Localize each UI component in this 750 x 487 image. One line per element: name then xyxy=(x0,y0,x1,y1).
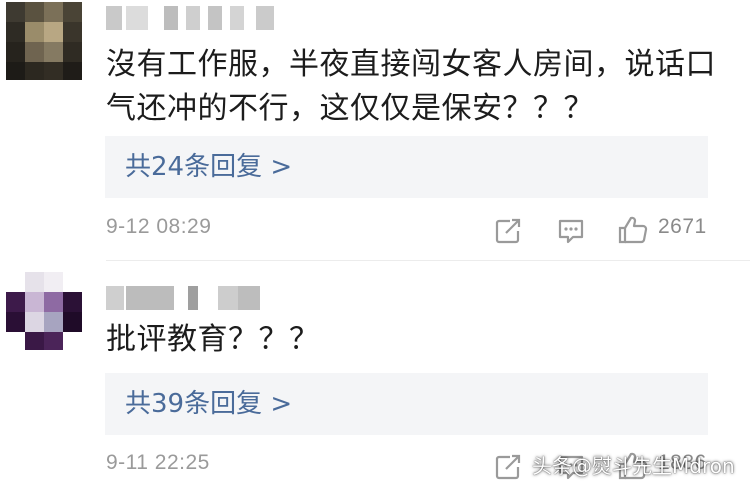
comment-text: 批评教育？？？ xyxy=(106,322,320,357)
comment-item: 批评教育？？？ 共39条回复 > 9-11 22:25 1886 xyxy=(0,0,750,481)
replies-box[interactable]: 共39条回复 > xyxy=(105,373,708,435)
avatar[interactable] xyxy=(6,272,82,350)
comment-time: 9-11 22:25 xyxy=(106,451,210,474)
view-replies-link[interactable]: 共39条回复 > xyxy=(125,387,292,421)
share-icon[interactable] xyxy=(494,453,524,485)
username-blurred[interactable] xyxy=(106,286,266,310)
watermark: 头条@熨斗先生Mdron xyxy=(532,454,735,478)
